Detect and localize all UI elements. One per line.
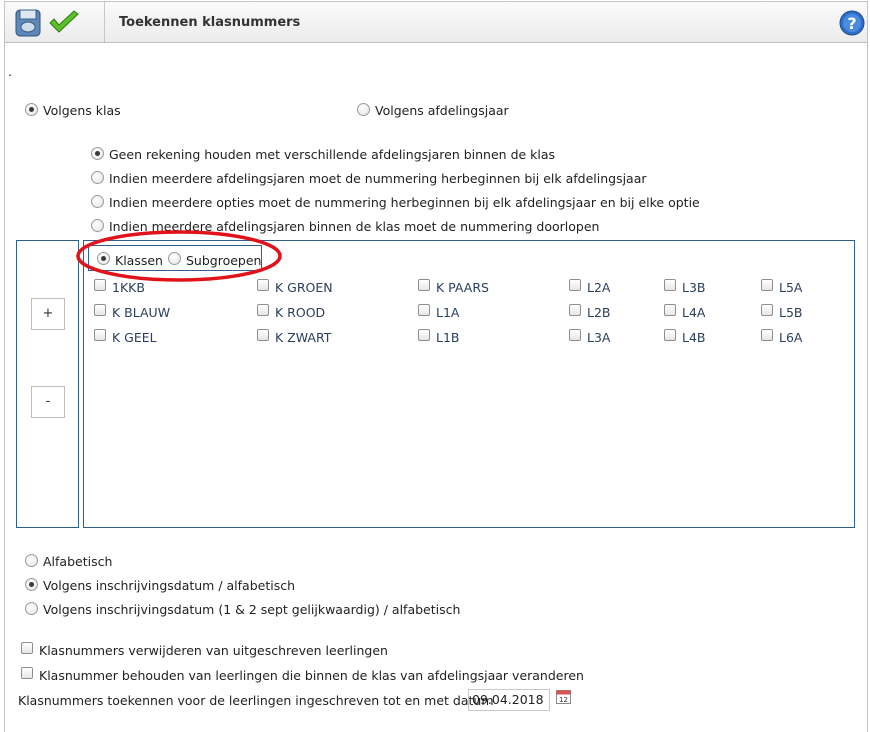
radio-subgroepen[interactable] bbox=[168, 252, 181, 265]
checkbox-class[interactable] bbox=[569, 304, 581, 316]
date-label: Klasnummers toekennen voor de leerlingen… bbox=[18, 693, 494, 708]
checkbox-class[interactable] bbox=[569, 279, 581, 291]
checkbox-class[interactable] bbox=[257, 329, 269, 341]
checkbox-class[interactable] bbox=[761, 329, 773, 341]
class-label: K PAARS bbox=[436, 280, 489, 295]
checkbox-class[interactable] bbox=[418, 329, 430, 341]
checkbox-class[interactable] bbox=[94, 304, 106, 316]
label-klassen: Klassen bbox=[115, 253, 163, 268]
checkbox-class[interactable] bbox=[257, 279, 269, 291]
class-label: L2A bbox=[587, 280, 611, 295]
remove-button[interactable]: - bbox=[31, 386, 65, 418]
svg-text:?: ? bbox=[847, 14, 856, 33]
checkbox-class[interactable] bbox=[257, 304, 269, 316]
checkbox-class[interactable] bbox=[94, 279, 106, 291]
numbering-option-4: Indien meerdere afdelingsjaren binnen de… bbox=[109, 219, 600, 234]
label-remove-unregistered: Klasnummers verwijderen van uitgeschreve… bbox=[39, 643, 388, 658]
class-label: K GROEN bbox=[275, 280, 333, 295]
checkbox-class[interactable] bbox=[664, 329, 676, 341]
title-bar: Toekennen klasnummers ? bbox=[4, 1, 868, 43]
class-label: L1B bbox=[436, 330, 460, 345]
checkbox-class[interactable] bbox=[94, 329, 106, 341]
calendar-icon[interactable]: 12 bbox=[556, 689, 571, 704]
radio-numbering-4[interactable] bbox=[91, 219, 104, 232]
class-label: L2B bbox=[587, 305, 611, 320]
class-label: L5B bbox=[779, 305, 803, 320]
label-subgroepen: Subgroepen bbox=[186, 253, 262, 268]
radio-klassen[interactable] bbox=[97, 252, 110, 265]
checkbox-class[interactable] bbox=[664, 279, 676, 291]
class-label: L5A bbox=[779, 280, 803, 295]
class-label: K BLAUW bbox=[112, 305, 171, 320]
numbering-option-1: Geen rekening houden met verschillende a… bbox=[109, 147, 556, 162]
class-label: K ZWART bbox=[275, 330, 332, 345]
side-panel bbox=[16, 240, 79, 528]
add-button[interactable]: + bbox=[31, 298, 65, 330]
radio-numbering-1[interactable] bbox=[91, 147, 104, 160]
checkbox-remove-unregistered[interactable] bbox=[21, 642, 33, 654]
checkbox-class[interactable] bbox=[418, 304, 430, 316]
radio-numbering-3[interactable] bbox=[91, 195, 104, 208]
class-label: L1A bbox=[436, 305, 460, 320]
page-title: Toekennen klasnummers bbox=[119, 15, 301, 30]
numbering-option-2: Indien meerdere afdelingsjaren moet de n… bbox=[109, 171, 647, 186]
sort-option-1: Alfabetisch bbox=[43, 554, 113, 569]
label-volgens-klas: Volgens klas bbox=[43, 103, 121, 118]
dot-marker: . bbox=[8, 64, 12, 79]
label-keep-number: Klasnummer behouden van leerlingen die b… bbox=[39, 668, 584, 683]
class-label: L3A bbox=[587, 330, 611, 345]
class-label: K GEEL bbox=[112, 330, 157, 345]
radio-numbering-2[interactable] bbox=[91, 171, 104, 184]
radio-sort-2[interactable] bbox=[25, 578, 38, 591]
svg-text:12: 12 bbox=[559, 696, 568, 704]
class-label: L3B bbox=[682, 280, 706, 295]
checkbox-keep-number[interactable] bbox=[21, 667, 33, 679]
radio-volgens-afdelingsjaar[interactable] bbox=[357, 103, 370, 116]
label-volgens-afdelingsjaar: Volgens afdelingsjaar bbox=[375, 103, 509, 118]
radio-sort-1[interactable] bbox=[25, 554, 38, 567]
title-separator bbox=[104, 2, 105, 42]
sort-option-3: Volgens inschrijvingsdatum (1 & 2 sept g… bbox=[43, 602, 461, 617]
checkbox-class[interactable] bbox=[418, 279, 430, 291]
checkbox-class[interactable] bbox=[664, 304, 676, 316]
class-label: L4A bbox=[682, 305, 706, 320]
disk-icon[interactable] bbox=[13, 8, 43, 38]
date-field[interactable]: 09.04.2018 bbox=[468, 689, 550, 711]
checkbox-class[interactable] bbox=[761, 304, 773, 316]
class-label: 1KKB bbox=[112, 280, 145, 295]
checkbox-class[interactable] bbox=[761, 279, 773, 291]
class-label: K ROOD bbox=[275, 305, 326, 320]
class-label: L4B bbox=[682, 330, 706, 345]
numbering-option-3: Indien meerdere opties moet de nummering… bbox=[109, 195, 700, 210]
checkbox-class[interactable] bbox=[569, 329, 581, 341]
class-label: L6A bbox=[779, 330, 803, 345]
checkmark-icon[interactable] bbox=[47, 10, 81, 36]
radio-sort-3[interactable] bbox=[25, 602, 38, 615]
radio-volgens-klas[interactable] bbox=[25, 103, 38, 116]
sort-option-2: Volgens inschrijvingsdatum / alfabetisch bbox=[43, 578, 296, 593]
help-icon[interactable]: ? bbox=[839, 10, 865, 36]
